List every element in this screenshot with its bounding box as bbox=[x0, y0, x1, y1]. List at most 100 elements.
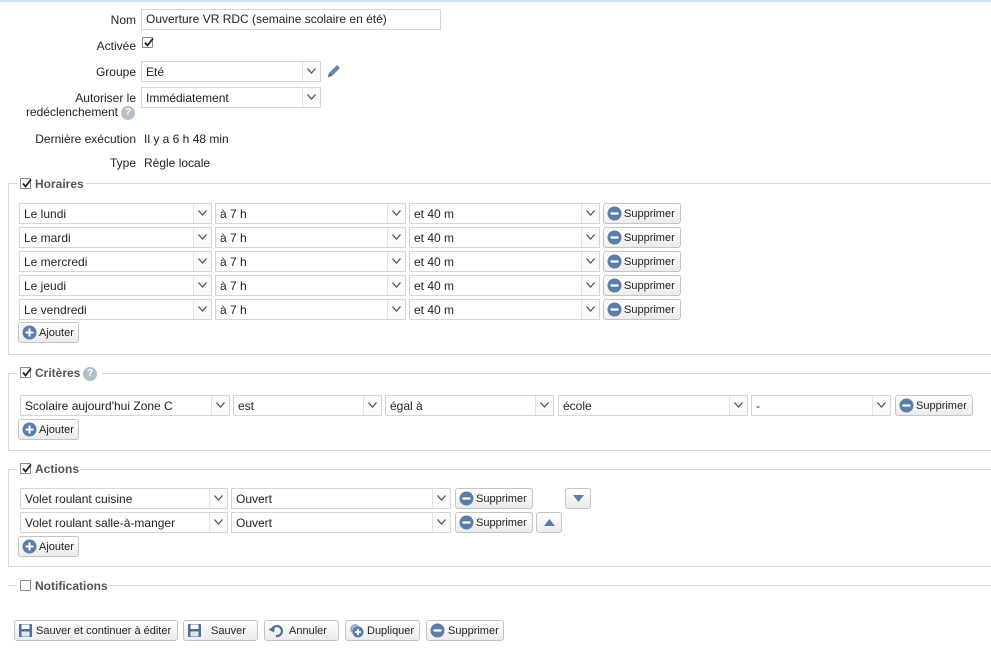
chevron-down-icon bbox=[387, 252, 405, 271]
schedule-hour-select[interactable]: à 7 h bbox=[215, 251, 406, 272]
action-state-select[interactable]: Ouvert bbox=[231, 512, 451, 533]
schedule-day-value: Le mardi bbox=[24, 231, 71, 245]
add-label: Ajouter bbox=[39, 541, 74, 553]
chevron-down-icon bbox=[387, 300, 405, 319]
save-continue-button[interactable]: Sauver et continuer à éditer bbox=[14, 620, 178, 641]
schedule-minute-value: et 40 m bbox=[414, 303, 455, 317]
undo-icon bbox=[268, 623, 283, 641]
chevron-down-icon bbox=[193, 300, 211, 319]
action-device-select[interactable]: Volet roulant salle-à-manger bbox=[20, 512, 228, 533]
active-checkbox[interactable] bbox=[142, 37, 154, 48]
schedule-day-select[interactable]: Le mercredi bbox=[19, 251, 212, 272]
schedule-day-value: Le mercredi bbox=[24, 255, 88, 269]
chevron-down-icon bbox=[581, 276, 599, 295]
save-continue-label: Sauver et continuer à éditer bbox=[36, 625, 172, 637]
schedule-day-select[interactable]: Le jeudi bbox=[19, 275, 212, 296]
schedule-hour-value: à 7 h bbox=[220, 207, 247, 221]
schedule-hour-select[interactable]: à 7 h bbox=[215, 203, 406, 224]
action-device-select[interactable]: Volet roulant cuisine bbox=[20, 488, 228, 509]
delete-schedule-button[interactable]: Supprimer bbox=[603, 251, 681, 272]
schedule-hour-value: à 7 h bbox=[220, 279, 247, 293]
chevron-down-icon bbox=[581, 204, 599, 223]
schedule-hour-select[interactable]: à 7 h bbox=[215, 299, 406, 320]
chevron-down-icon bbox=[193, 228, 211, 247]
retrigger-select[interactable]: Immédiatement bbox=[141, 87, 321, 108]
move-down-button[interactable] bbox=[565, 488, 591, 509]
chevron-down-icon bbox=[193, 204, 211, 223]
criteria-verb-select[interactable]: est bbox=[233, 395, 382, 416]
action-state-value: Ouvert bbox=[236, 492, 273, 506]
delete-schedule-button[interactable]: Supprimer bbox=[603, 299, 681, 320]
chevron-down-icon bbox=[581, 252, 599, 271]
chevron-down-icon bbox=[302, 62, 320, 81]
criteria-checkbox[interactable] bbox=[20, 367, 32, 378]
fieldset-border bbox=[80, 469, 991, 470]
add-criteria-button[interactable]: Ajouter bbox=[18, 419, 79, 440]
checkmark-icon bbox=[22, 367, 32, 377]
delete-action-button[interactable]: Supprimer bbox=[455, 512, 533, 533]
help-icon[interactable]: ? bbox=[121, 106, 135, 120]
fieldset-border bbox=[86, 183, 991, 184]
schedule-hour-value: à 7 h bbox=[220, 303, 247, 317]
duplicate-button[interactable]: Dupliquer bbox=[345, 620, 420, 641]
add-schedule-button[interactable]: Ajouter bbox=[18, 322, 79, 343]
last-exec-label: Dernière exécution bbox=[35, 132, 136, 146]
pencil-icon[interactable] bbox=[325, 62, 343, 80]
schedule-day-select[interactable]: Le vendredi bbox=[19, 299, 212, 320]
action-state-select[interactable]: Ouvert bbox=[231, 488, 451, 509]
chevron-down-icon bbox=[729, 396, 747, 415]
criteria-extra-select[interactable]: - bbox=[751, 395, 891, 416]
schedule-minute-select[interactable]: et 40 m bbox=[409, 227, 600, 248]
type-label: Type bbox=[109, 156, 136, 170]
chevron-down-icon bbox=[387, 276, 405, 295]
type-value: Règle locale bbox=[144, 156, 211, 170]
group-select-value: Eté bbox=[146, 65, 165, 79]
chevron-down-icon bbox=[387, 204, 405, 223]
schedule-minute-select[interactable]: et 40 m bbox=[409, 251, 600, 272]
notifications-legend: Notifications bbox=[35, 579, 108, 593]
checkmark-icon bbox=[144, 37, 154, 47]
schedule-day-select[interactable]: Le mardi bbox=[19, 227, 212, 248]
criteria-value-select[interactable]: école bbox=[558, 395, 748, 416]
criteria-operator-select[interactable]: égal à bbox=[385, 395, 554, 416]
cancel-button[interactable]: Annuler bbox=[264, 620, 339, 641]
delete-schedule-button[interactable]: Supprimer bbox=[603, 227, 681, 248]
schedules-legend: Horaires bbox=[35, 177, 84, 191]
delete-rule-button[interactable]: Supprimer bbox=[426, 620, 504, 641]
actions-legend: Actions bbox=[35, 462, 80, 476]
delete-rule-label: Supprimer bbox=[448, 625, 499, 637]
save-button[interactable]: Sauver bbox=[183, 620, 258, 641]
schedule-hour-select[interactable]: à 7 h bbox=[215, 227, 406, 248]
name-input[interactable]: Ouverture VR RDC (semaine scolaire en ét… bbox=[141, 9, 441, 30]
fieldset-border bbox=[8, 183, 9, 354]
chevron-down-icon bbox=[387, 228, 405, 247]
schedule-minute-select[interactable]: et 40 m bbox=[409, 203, 600, 224]
fieldset-border bbox=[8, 373, 17, 374]
schedule-minute-select[interactable]: et 40 m bbox=[409, 299, 600, 320]
schedule-minute-select[interactable]: et 40 m bbox=[409, 275, 600, 296]
criteria-subject-select[interactable]: Scolaire aujourd'hui Zone C bbox=[20, 395, 230, 416]
move-up-button[interactable] bbox=[536, 512, 562, 533]
minus-circle-icon bbox=[607, 230, 622, 248]
add-label: Ajouter bbox=[39, 327, 74, 339]
delete-schedule-button[interactable]: Supprimer bbox=[603, 203, 681, 224]
notifications-checkbox[interactable] bbox=[20, 580, 31, 591]
schedule-hour-select[interactable]: à 7 h bbox=[215, 275, 406, 296]
delete-schedule-button[interactable]: Supprimer bbox=[603, 275, 681, 296]
delete-action-button[interactable]: Supprimer bbox=[455, 488, 533, 509]
action-device-value: Volet roulant salle-à-manger bbox=[25, 516, 176, 530]
minus-circle-icon bbox=[459, 515, 474, 533]
minus-circle-icon bbox=[607, 206, 622, 224]
minus-circle-icon bbox=[459, 491, 474, 509]
help-icon[interactable]: ? bbox=[83, 367, 97, 381]
add-action-button[interactable]: Ajouter bbox=[18, 536, 79, 557]
save-icon bbox=[187, 623, 202, 641]
schedule-day-select[interactable]: Le lundi bbox=[19, 203, 212, 224]
delete-criteria-button[interactable]: Supprimer bbox=[895, 395, 973, 416]
schedule-day-value: Le jeudi bbox=[24, 279, 67, 293]
criteria-extra-value: - bbox=[756, 399, 760, 413]
group-select[interactable]: Eté bbox=[141, 61, 321, 82]
actions-checkbox[interactable] bbox=[20, 463, 32, 474]
schedules-checkbox[interactable] bbox=[20, 178, 32, 189]
group-label: Groupe bbox=[95, 65, 136, 79]
